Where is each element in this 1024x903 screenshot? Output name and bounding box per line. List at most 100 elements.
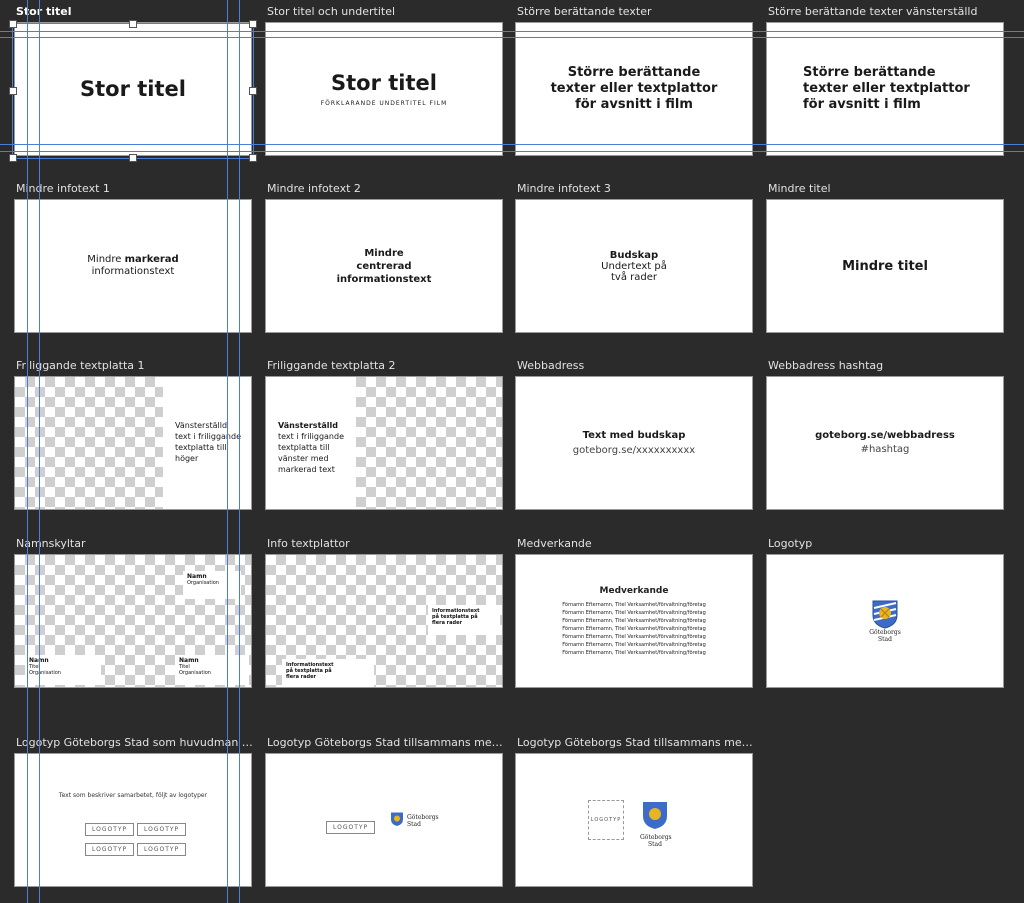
thumb-label: Större berättande texter [517,5,652,18]
thumb-label: Stor titel [16,5,72,18]
thumb-label: Logotyp Göteborgs Stad tillsammans med l… [517,736,755,749]
thumb-label: Namnskyltar [16,537,86,550]
name-sign: Namn Titel Organisation [175,655,249,685]
thumb-label: Webbadress hashtag [768,359,884,372]
thumb-label: Mindre titel [768,182,831,195]
thumb-preview[interactable]: Text med budskap goteborg.se/xxxxxxxxxx [515,376,753,510]
thumb-preview[interactable]: goteborg.se/webbadress #hashtag [766,376,1004,510]
goteborg-crest-icon [643,802,667,829]
name-sign: Namn Titel Organisation [25,655,101,685]
credit-line: Förnamn Efternamn, Titel Verksamhet/förv… [562,601,706,608]
credit-line: Förnamn Efternamn, Titel Verksamhet/förv… [562,609,706,616]
preview-line: höger [175,454,199,463]
resize-handle[interactable] [129,154,137,162]
logo-placeholder: LOGOTYP [137,836,187,856]
preview-line: textplatta till [278,443,330,452]
thumb-preview[interactable]: Informationstext på textplatta på flera … [265,554,503,688]
preview-line: vänster med [278,454,329,463]
preview-heading: Budskap [609,249,659,261]
resize-handle[interactable] [249,20,257,28]
logo-line: Göteborgs [407,814,439,821]
thumb-preview[interactable]: Namn Organisation Namn Titel Organisatio… [14,554,252,688]
credit-line: Förnamn Efternamn, Titel Verksamhet/förv… [562,617,706,624]
thumb-preview[interactable]: Vänsterställd text i friliggande textpla… [14,376,252,510]
logo-line: Stad [407,821,421,828]
thumb-label: Logotyp [768,537,813,550]
preview-line: Större berättande [803,65,936,80]
preview-line: markerad text [278,465,335,474]
preview-line: informationstext [336,273,432,285]
preview-line: centrerad [356,260,412,272]
thumb-label: Friliggande textplatta 1 [16,359,145,372]
thumb-label: Större berättande texter vänsterställd [768,5,978,18]
goteborg-crest-icon [391,812,403,826]
info-plate: Informationstext på textplatta på flera … [282,659,374,687]
thumb-preview[interactable]: Göteborgs Stad [766,554,1004,688]
resize-handle[interactable] [9,87,17,95]
thumb-label: Mindre infotext 2 [267,182,361,195]
thumb-preview[interactable]: Medverkande Förnamn Efternamn, Titel Ver… [515,554,753,688]
collab-caption: Text som beskriver samarbetet, följt av … [58,792,208,799]
thumb-preview[interactable]: LOGOTYP Göteborgs Stad [265,753,503,887]
preview-line: text i friliggande [278,432,344,441]
logo-placeholder: LOGOTYP [85,816,135,836]
thumb-label: Mindre infotext 1 [16,182,110,195]
thumb-preview[interactable]: Mindre centrerad informationstext [265,199,503,333]
thumb-label: Stor titel och undertitel [267,5,396,18]
credit-line: Förnamn Efternamn, Titel Verksamhet/förv… [562,649,706,656]
preview-subtitle: FÖRKLARANDE UNDERTITEL FILM [320,100,448,107]
thumb-preview[interactable]: Text som beskriver samarbetet, följt av … [14,753,252,887]
preview-heading: Vänsterställd [278,421,338,430]
thumb-preview[interactable]: Stor titel FÖRKLARANDE UNDERTITEL FILM [265,22,503,156]
preview-line: för avsnitt i film [803,97,921,112]
preview-line: två rader [611,271,657,283]
resize-handle[interactable] [249,87,257,95]
preview-line: Undertext på [601,260,667,272]
name-sign: Namn Organisation [183,571,241,599]
selection-box[interactable] [12,23,254,159]
resize-handle[interactable] [129,20,137,28]
thumb-label: Mindre infotext 3 [517,182,611,195]
thumb-label: Friliggande textplatta 2 [267,359,396,372]
resize-handle[interactable] [9,20,17,28]
preview-url: goteborg.se/xxxxxxxxxx [572,445,696,456]
goteborg-crest-icon [872,600,898,629]
thumb-preview[interactable]: Större berättande texter eller textplatt… [515,22,753,156]
thumb-preview[interactable]: Mindre markerad informationstext [14,199,252,333]
preview-title: Mindre titel [842,258,928,274]
text-plate: Vänsterställd text i friliggande textpla… [266,377,356,509]
logo-placeholder: LOGOTYP [137,816,187,836]
preview-hashtag: #hashtag [860,444,910,455]
thumb-preview[interactable]: Mindre titel [766,199,1004,333]
preview-heading: goteborg.se/webbadress [815,430,955,441]
logo-line: Stad [648,841,662,848]
logo-placeholder: LOGOTYP [588,800,624,840]
info-line: flera rader [286,674,316,680]
thumb-preview[interactable]: Vänsterställd text i friliggande textpla… [265,376,503,510]
credit-line: Förnamn Efternamn, Titel Verksamhet/förv… [562,625,706,632]
info-line: flera rader [432,620,462,626]
thumb-preview[interactable]: LOGOTYP Göteborgs Stad [515,753,753,887]
credits-heading: Medverkande [599,585,669,596]
preview-line: text i friliggande [175,432,241,441]
preview-line: Vänsterställd [175,421,228,430]
preview-title: Stor titel [331,71,437,95]
thumb-label: Info textplattor [267,537,350,550]
credit-line: Förnamn Efternamn, Titel Verksamhet/förv… [562,633,706,640]
logo-line: Göteborgs [640,834,672,841]
preview-line: informationstext [91,266,175,277]
logo-placeholder: LOGOTYP [326,814,376,834]
text-plate: Vänsterställd text i friliggande textpla… [163,377,251,509]
logo-line: Stad [878,636,892,643]
thumb-label: Webbadress [517,359,585,372]
preview-line: texter eller textplattor [803,81,970,96]
thumb-preview[interactable]: Budskap Undertext på två rader [515,199,753,333]
thumb-preview[interactable]: Större berättande texter eller textplatt… [766,22,1004,156]
org-text: Organisation [179,670,211,676]
resize-handle[interactable] [249,154,257,162]
resize-handle[interactable] [9,154,17,162]
preview-heading: Text med budskap [582,430,686,441]
logo-placeholder: LOGOTYP [85,836,135,856]
thumb-label: Medverkande [517,537,592,550]
logo-line: Göteborgs [869,629,901,636]
